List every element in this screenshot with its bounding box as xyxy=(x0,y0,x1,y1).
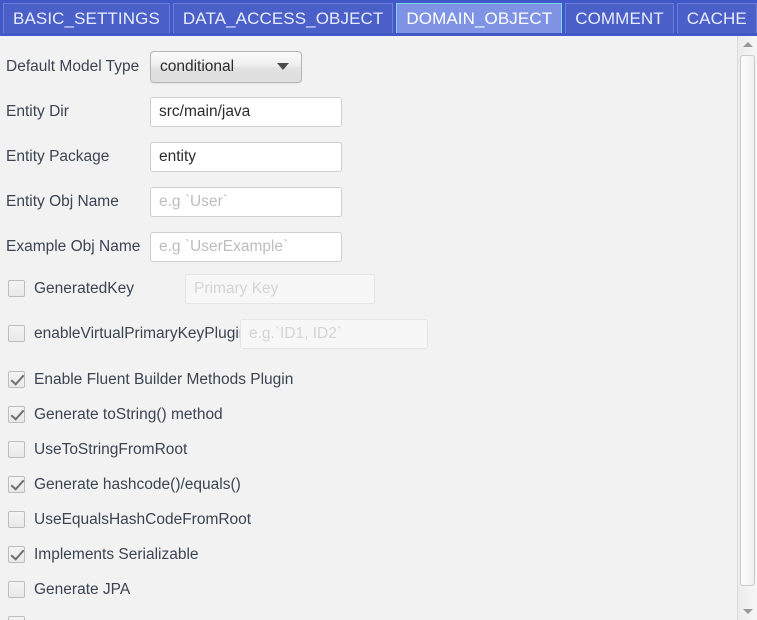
checkbox-label[interactable]: UseToStringFromRoot xyxy=(34,441,187,459)
checkbox-row: Generate toString() method xyxy=(0,397,737,432)
checkbox-generate-jpa[interactable] xyxy=(8,581,25,598)
form-row: Entity Package xyxy=(0,134,737,179)
checkbox-row: Generate hashcode()/equals() xyxy=(0,467,737,502)
checkbox-row: Enable Fluent Builder Methods Plugin xyxy=(0,362,737,397)
tab-domain-object[interactable]: DOMAIN_OBJECT xyxy=(396,3,563,33)
checkbox-enable-fluent-builder-methods-plugin[interactable] xyxy=(8,371,25,388)
field-label: Entity Dir xyxy=(6,102,69,120)
checkbox-enablevirtualprimarykeyplugin[interactable] xyxy=(8,325,25,342)
select-value: conditional xyxy=(160,57,235,75)
tab-cache[interactable]: CACHE xyxy=(676,3,757,33)
checkbox-usetostringfromroot[interactable] xyxy=(8,441,25,458)
scrollbar-up-button[interactable] xyxy=(738,36,757,53)
chevron-down-icon xyxy=(277,63,289,70)
scrollbar-thumb[interactable] xyxy=(740,55,755,586)
checkbox-row: Generate JPA xyxy=(0,572,737,607)
field-label: Default Model Type xyxy=(6,57,140,75)
checkbox-row: UseEqualsHashCodeFromRoot xyxy=(0,502,737,537)
form-row: Entity Obj Name xyxy=(0,179,737,224)
entity-package-input[interactable] xyxy=(150,141,342,172)
checkbox-label[interactable]: UseEqualsHashCodeFromRoot xyxy=(34,511,251,529)
checkbox-label[interactable]: Generate toString() method xyxy=(34,406,223,424)
entity-dir-input[interactable] xyxy=(150,96,342,127)
checkbox-partial[interactable] xyxy=(8,616,25,620)
checkbox-generate-hashcode-equals-[interactable] xyxy=(8,476,25,493)
checkbox-label[interactable]: enableVirtualPrimaryKeyPlugin xyxy=(34,325,247,343)
vertical-scrollbar[interactable] xyxy=(737,36,757,620)
checkbox-row: UseToStringFromRoot xyxy=(0,432,737,467)
generatedkey-input[interactable] xyxy=(185,273,375,304)
generator-settings-window: BASIC_SETTINGS DATA_ACCESS_OBJECT DOMAIN_O… xyxy=(0,0,757,620)
tab-basic-settings[interactable]: BASIC_SETTINGS xyxy=(3,3,170,33)
scrollbar-down-button[interactable] xyxy=(738,603,757,620)
example-obj-name-input[interactable] xyxy=(150,231,342,262)
checkbox-input-row: enableVirtualPrimaryKeyPlugin xyxy=(0,316,737,351)
checkbox-useequalshashcodefromroot[interactable] xyxy=(8,511,25,528)
domain-object-panel: Default Model Type conditional Entity Dir E… xyxy=(0,36,737,620)
checkbox-row: Implements Serializable xyxy=(0,537,737,572)
checkbox-generate-tostring-method[interactable] xyxy=(8,406,25,423)
enablevirtualprimarykeyplugin-input[interactable] xyxy=(240,318,428,349)
form-row: Entity Dir xyxy=(0,89,737,134)
default-model-type-select[interactable]: conditional xyxy=(150,50,302,83)
checkbox-label[interactable]: Implements Serializable xyxy=(34,546,199,564)
chevron-up-icon xyxy=(742,42,753,47)
checkbox-label[interactable]: Generate hashcode()/equals() xyxy=(34,476,241,494)
checkbox-label[interactable]: GeneratedKey xyxy=(34,280,134,298)
form-row: Example Obj Name xyxy=(0,224,737,269)
tab-bar: BASIC_SETTINGS DATA_ACCESS_OBJECT DOMAIN_O… xyxy=(0,0,757,36)
form-row: Default Model Type conditional xyxy=(0,44,737,89)
tab-comment[interactable]: COMMENT xyxy=(565,3,674,33)
checkbox-implements-serializable[interactable] xyxy=(8,546,25,563)
field-label: Entity Obj Name xyxy=(6,192,119,210)
checkbox-row-partial xyxy=(0,607,737,620)
entity-obj-name-input[interactable] xyxy=(150,186,342,217)
chevron-down-icon xyxy=(742,609,753,614)
checkbox-label[interactable]: Generate JPA xyxy=(34,581,130,599)
checkbox-generatedkey[interactable] xyxy=(8,280,25,297)
checkbox-input-row: GeneratedKey xyxy=(0,271,737,306)
field-label: Entity Package xyxy=(6,147,110,165)
tab-data-access-object[interactable]: DATA_ACCESS_OBJECT xyxy=(172,3,394,33)
checkbox-label[interactable]: Enable Fluent Builder Methods Plugin xyxy=(34,371,293,389)
field-label: Example Obj Name xyxy=(6,237,141,255)
